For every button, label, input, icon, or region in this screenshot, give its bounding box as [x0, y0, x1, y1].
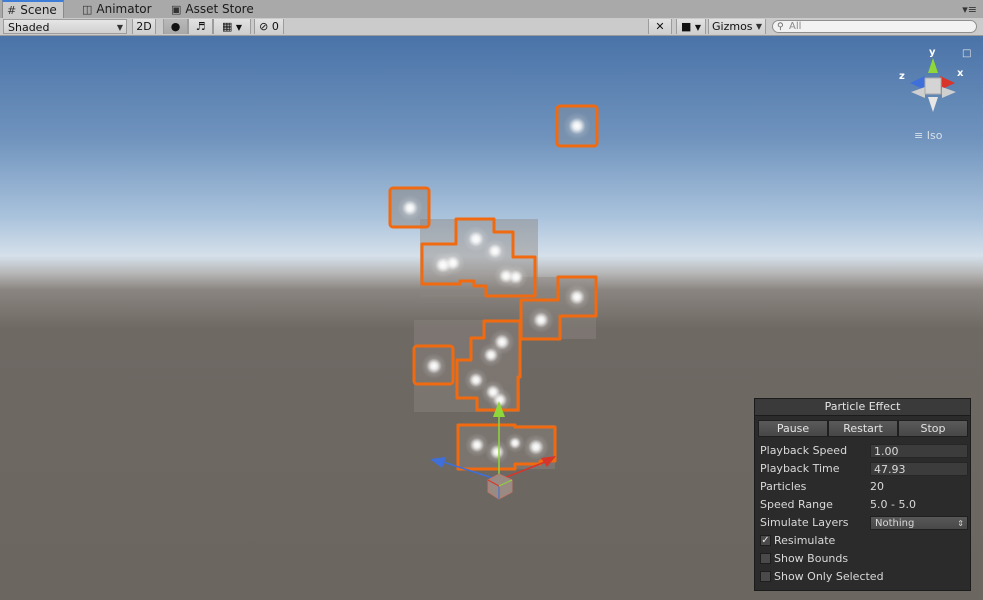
- particles-value: 20: [870, 480, 884, 493]
- show-bounds-row: Show Bounds: [760, 551, 970, 567]
- grid-icon: #: [7, 4, 17, 17]
- particles-label: Particles: [760, 480, 807, 493]
- gizmo-axis-y: y: [929, 47, 936, 58]
- show-only-selected-checkbox[interactable]: [760, 571, 771, 582]
- restart-button[interactable]: Restart: [828, 420, 898, 437]
- search-input[interactable]: ⚲ All: [772, 20, 977, 33]
- resimulate-row: ✓ Resimulate: [760, 533, 970, 549]
- crossed-tools-icon: ✕: [655, 20, 665, 33]
- particle-sprite: [421, 353, 447, 379]
- playback-speed-field[interactable]: 1.00: [870, 444, 968, 458]
- window-menu-icon[interactable]: ▾≡: [962, 3, 977, 16]
- show-bounds-checkbox[interactable]: [760, 553, 771, 564]
- search-placeholder: All: [789, 21, 802, 32]
- simulate-layers-dropdown[interactable]: Nothing ⇕: [870, 516, 968, 530]
- particle-sprite: [397, 195, 423, 221]
- hidden-count: 0: [271, 20, 279, 33]
- particle-sprite: [505, 433, 525, 453]
- effects-dropdown[interactable]: ▦ ▼: [213, 19, 251, 34]
- editor-tab-strip: # Scene ◫ Animator ▣ Asset Store ▾≡: [0, 0, 983, 19]
- chevron-down-icon: ▼: [755, 22, 762, 31]
- tab-scene-label: Scene: [20, 3, 57, 17]
- camera-dropdown[interactable]: ■ ▼: [676, 19, 706, 34]
- playback-time-field[interactable]: 47.93: [870, 462, 968, 476]
- chevron-down-icon: ▼: [694, 23, 702, 32]
- tab-animator-label: Animator: [96, 2, 152, 16]
- 2d-toggle-button[interactable]: 2D: [132, 19, 156, 34]
- particle-sprite: [523, 434, 549, 460]
- chevron-updown-icon: ⇕: [957, 519, 964, 528]
- orientation-gizmo[interactable]: y x z: [899, 47, 964, 112]
- particle-sprite: [441, 251, 465, 275]
- lock-icon[interactable]: □: [962, 48, 971, 59]
- speed-range-value: 5.0 - 5.0: [870, 498, 916, 511]
- effects-icon: ▦: [221, 20, 233, 33]
- particle-sprite: [504, 265, 528, 289]
- show-only-selected-row: Show Only Selected: [760, 569, 970, 585]
- resimulate-label: Resimulate: [774, 534, 836, 547]
- show-only-selected-label: Show Only Selected: [774, 570, 884, 583]
- playback-speed-row: Playback Speed 1.00: [760, 443, 970, 459]
- simulate-layers-row: Simulate Layers Nothing ⇕: [760, 515, 970, 531]
- 2d-toggle-label: 2D: [136, 20, 152, 33]
- store-icon: ▣: [171, 3, 182, 16]
- tab-scene[interactable]: # Scene: [2, 0, 64, 19]
- lightbulb-icon: ●: [170, 20, 181, 33]
- tools-button[interactable]: ✕: [648, 19, 672, 34]
- particle-group: [390, 106, 597, 469]
- draw-mode-label: Shaded: [8, 21, 50, 34]
- projection-toggle[interactable]: ≡ Iso: [914, 129, 942, 142]
- tab-animator[interactable]: ◫ Animator: [78, 1, 158, 18]
- scene-toolbar: Shaded ▼ 2D ● ♬ ▦ ▼ ⊘ 0 ✕ ■ ▼ Gizmos ▼ ⚲…: [0, 18, 983, 36]
- draw-mode-dropdown[interactable]: Shaded ▼: [3, 19, 127, 34]
- particle-sprite: [483, 239, 507, 263]
- speed-range-label: Speed Range: [760, 498, 833, 511]
- gizmos-dropdown[interactable]: Gizmos ▼: [708, 19, 766, 34]
- particle-effect-title: Particle Effect: [755, 399, 970, 416]
- chevron-down-icon: ▼: [116, 23, 123, 32]
- particle-sprite: [563, 112, 591, 140]
- hidden-objects-toggle[interactable]: ⊘ 0: [254, 19, 284, 34]
- particle-effect-panel: Particle Effect Pause Restart Stop Playb…: [754, 398, 971, 591]
- tab-asset-store-label: Asset Store: [185, 2, 254, 16]
- audio-toggle-button[interactable]: ♬: [188, 19, 213, 34]
- gizmos-label: Gizmos: [712, 20, 753, 33]
- particle-sprite: [564, 284, 590, 310]
- playback-time-row: Playback Time 47.93: [760, 461, 970, 477]
- playback-time-label: Playback Time: [760, 462, 840, 475]
- lighting-toggle-button[interactable]: ●: [163, 19, 188, 34]
- gizmo-axis-z: z: [899, 71, 905, 82]
- simulate-layers-label: Simulate Layers: [760, 516, 849, 529]
- playback-button-group: Pause Restart Stop: [758, 420, 968, 438]
- particles-row: Particles 20: [760, 479, 970, 495]
- gizmo-axis-x: x: [957, 68, 964, 79]
- projection-label: Iso: [926, 129, 943, 142]
- camera-icon: ■: [680, 20, 692, 33]
- animator-icon: ◫: [82, 3, 93, 16]
- simulate-layers-value: Nothing: [875, 518, 915, 529]
- search-icon: ⚲: [777, 22, 784, 32]
- tab-asset-store[interactable]: ▣ Asset Store: [167, 1, 260, 18]
- checkmark-icon: ✓: [761, 535, 770, 546]
- playback-speed-label: Playback Speed: [760, 444, 848, 457]
- stop-button[interactable]: Stop: [898, 420, 968, 437]
- show-bounds-label: Show Bounds: [774, 552, 849, 565]
- eye-slash-icon: ⊘: [259, 20, 269, 33]
- particle-sprite: [479, 343, 503, 367]
- chevron-down-icon: ▼: [235, 23, 243, 32]
- resimulate-checkbox[interactable]: ✓: [760, 535, 771, 546]
- hamburger-icon: ≡: [914, 129, 924, 142]
- pause-button[interactable]: Pause: [758, 420, 828, 437]
- speaker-icon: ♬: [195, 20, 206, 33]
- particle-sprite: [528, 307, 554, 333]
- speed-range-row: Speed Range 5.0 - 5.0: [760, 497, 970, 513]
